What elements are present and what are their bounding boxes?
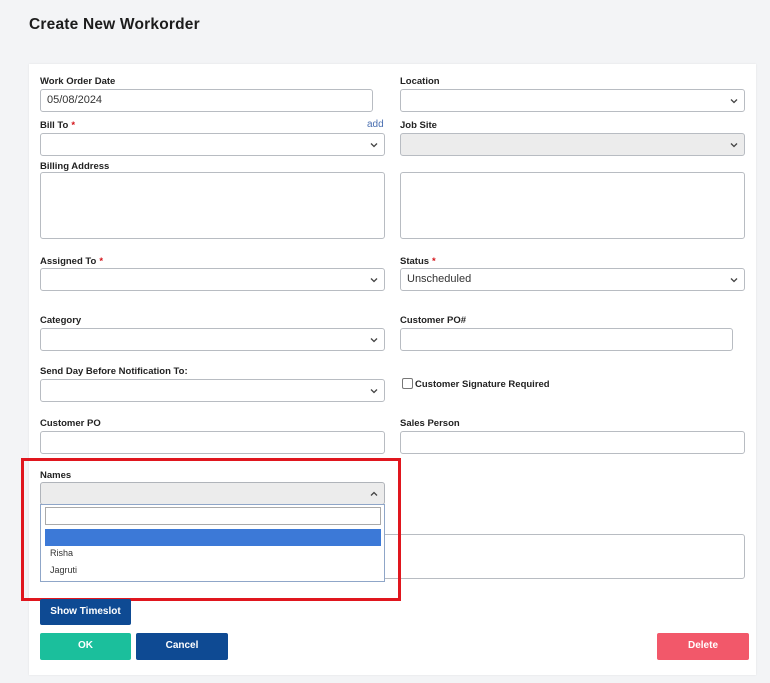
category-select[interactable] (40, 328, 385, 351)
cancel-button[interactable]: Cancel (136, 633, 228, 660)
billing-address-textarea[interactable] (40, 172, 385, 239)
ok-button[interactable]: OK (40, 633, 131, 660)
sales-person-input[interactable] (400, 431, 745, 454)
assigned-to-label-text: Assigned To (40, 256, 97, 267)
page-title: Create New Workorder (29, 16, 200, 33)
delete-button[interactable]: Delete (657, 633, 749, 660)
chevron-down-icon (370, 277, 378, 282)
chevron-down-icon (370, 142, 378, 147)
assigned-to-select[interactable] (40, 268, 385, 291)
send-day-before-select[interactable] (40, 379, 385, 402)
customer-po-number-label: Customer PO# (400, 315, 466, 326)
bill-to-add-link[interactable]: add (367, 119, 384, 130)
customer-signature-label: Customer Signature Required (415, 379, 550, 390)
bill-to-label-text: Bill To (40, 120, 69, 131)
required-marker: * (432, 256, 436, 267)
highlight-box (21, 458, 401, 601)
chevron-down-icon (370, 337, 378, 342)
job-site-label: Job Site (400, 120, 437, 131)
status-label: Status * (400, 256, 436, 267)
chevron-down-icon (370, 388, 378, 393)
required-marker: * (99, 256, 104, 267)
status-value: Unscheduled (407, 273, 472, 285)
location-select[interactable] (400, 89, 745, 112)
customer-po-input[interactable] (40, 431, 385, 454)
location-label: Location (400, 76, 440, 87)
show-timeslot-button[interactable]: Show Timeslot (40, 599, 131, 625)
customer-signature-checkbox[interactable] (402, 378, 413, 389)
status-label-text: Status (400, 256, 430, 267)
customer-po-number-input[interactable] (400, 328, 733, 351)
bill-to-select[interactable] (40, 133, 385, 156)
bill-to-label: Bill To * (40, 120, 75, 131)
chevron-down-icon (730, 142, 738, 147)
chevron-down-icon (730, 277, 738, 282)
sales-person-label: Sales Person (400, 418, 460, 429)
job-site-select[interactable] (400, 133, 745, 156)
work-order-date-input[interactable]: 05/08/2024 (40, 89, 373, 112)
chevron-down-icon (730, 98, 738, 103)
status-select[interactable]: Unscheduled (400, 268, 745, 291)
required-marker: * (71, 120, 76, 131)
assigned-to-label: Assigned To * (40, 256, 103, 267)
customer-po-label: Customer PO (40, 418, 101, 429)
billing-address-label: Billing Address (40, 161, 110, 172)
send-day-before-label: Send Day Before Notification To: (40, 366, 188, 377)
category-label: Category (40, 315, 82, 326)
job-site-address-textarea[interactable] (400, 172, 745, 239)
work-order-date-label: Work Order Date (40, 76, 116, 87)
